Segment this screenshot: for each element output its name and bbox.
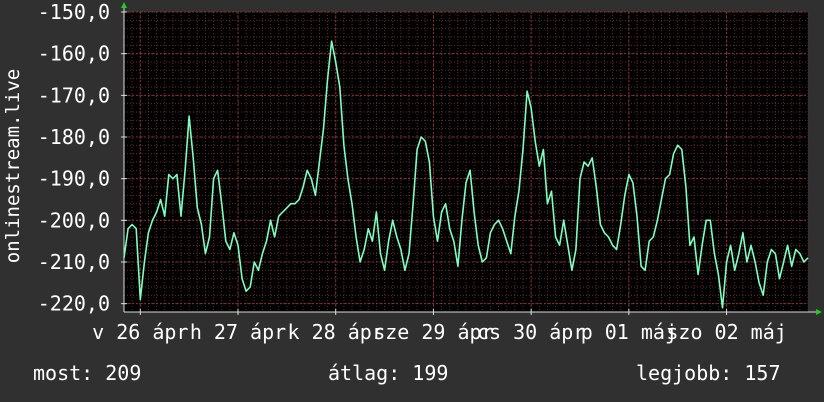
x-tick-label: v 26 ápr (92, 320, 188, 344)
stat-best: legjobb: 157 (636, 361, 781, 385)
y-axis-arrow-icon (121, 2, 127, 8)
y-axis-label: onlinestream.live (2, 69, 24, 263)
x-tick-label: k 28 ápr (288, 320, 384, 344)
y-tick-label: -160,0 (38, 42, 110, 66)
x-tick-label: szo 02 máj (666, 320, 786, 344)
y-tick-label: -190,0 (38, 167, 110, 191)
y-tick-label: -220,0 (38, 292, 110, 316)
x-axis-arrow-icon (816, 309, 822, 315)
stats-bar: most: 209 átlag: 199 legjobb: 157 (0, 361, 824, 391)
y-tick-label: -150,0 (38, 0, 110, 24)
x-tick-label: h 27 ápr (190, 320, 286, 344)
x-tick-label: p 01 máj (581, 320, 677, 344)
x-tick-labels: v 26 ápr h 27 ápr k 28 áprsze 29 áprcs 30 … (92, 320, 787, 344)
y-tick-labels: -150,0 -160,0 -170,0 -180,0 -190,0 -200,0 -210… (38, 0, 110, 316)
line-chart: -150,0 -160,0 -170,0 -180,0 -190,0 -200,0 -210… (2, 0, 822, 344)
x-tick-label: sze 29 ápr (373, 320, 493, 344)
y-tick-label: -180,0 (38, 125, 110, 149)
chart-widget: -150,0 -160,0 -170,0 -180,0 -190,0 -200,0 -210… (0, 0, 824, 402)
y-tick-label: -210,0 (38, 250, 110, 274)
stat-current: most: 209 (33, 361, 142, 385)
x-tick-label: cs 30 ápr (477, 320, 585, 344)
y-tick-label: -200,0 (38, 208, 110, 232)
stat-average: átlag: 199 (328, 361, 449, 385)
y-tick-label: -170,0 (38, 83, 110, 107)
